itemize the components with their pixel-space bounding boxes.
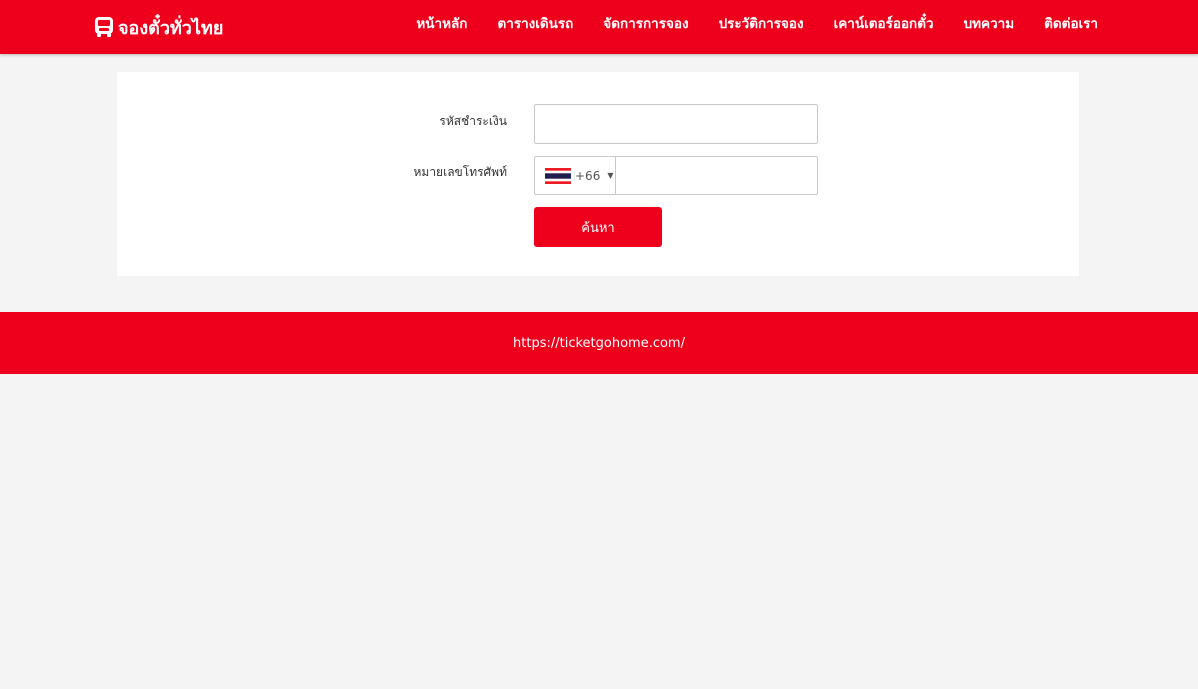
footer-url-link[interactable]: https://ticketgohome.com/ [513,336,685,351]
search-booking-card: รหัสชำระเงิน หมายเลขโทรศัพท์ +66 ▼ ค้นหา [117,72,1079,276]
phone-input[interactable] [616,157,817,194]
brand-name: จองตั๋วทั่วไทย [118,17,224,39]
nav-item-ticket-counters[interactable]: เคาน์เตอร์ออกตั๋ว [834,12,934,34]
thailand-flag-icon [545,167,571,184]
brand-logo[interactable]: จองตั๋วทั่วไทย [93,14,223,40]
main-nav: หน้าหลัก ตารางเดินรถ จัดการการจอง ประวัต… [416,0,1098,46]
payment-code-input[interactable] [534,104,818,144]
nav-item-booking-history[interactable]: ประวัติการจอง [719,12,804,34]
phone-label: หมายเลขโทรศัพท์ [413,165,508,179]
nav-item-contact[interactable]: ติดต่อเรา [1044,12,1098,34]
bus-icon [95,17,113,37]
dial-code: +66 [575,168,601,183]
payment-code-label: รหัสชำระเงิน [439,114,507,128]
search-button[interactable]: ค้นหา [534,207,662,247]
nav-item-timetable[interactable]: ตารางเดินรถ [497,12,573,34]
top-navbar: จองตั๋วทั่วไทย หน้าหลัก ตารางเดินรถ จัดก… [0,0,1198,54]
caret-down-icon: ▼ [607,171,614,180]
footer: https://ticketgohome.com/ [0,312,1198,374]
nav-item-home[interactable]: หน้าหลัก [416,12,467,34]
nav-item-manage-booking[interactable]: จัดการการจอง [603,12,688,34]
nav-item-articles[interactable]: บทความ [964,12,1015,34]
country-code-select[interactable]: +66 ▼ [535,157,616,194]
phone-field: +66 ▼ [534,156,818,195]
